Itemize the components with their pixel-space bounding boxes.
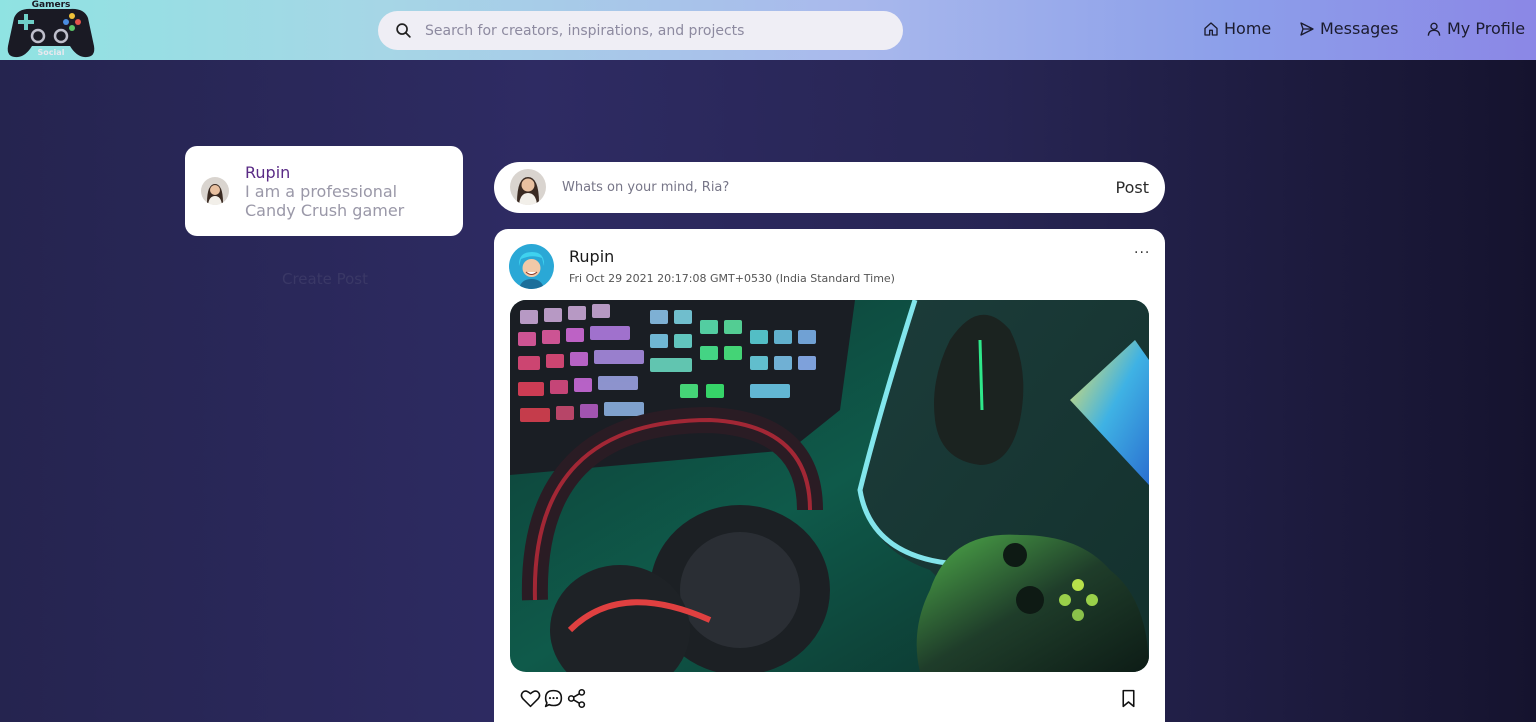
search-input[interactable] — [425, 11, 885, 50]
author-avatar[interactable] — [509, 244, 554, 289]
gamers-social-logo[interactable]: Gamers Social — [6, 0, 96, 60]
bookmark-icon[interactable] — [1118, 688, 1139, 709]
post-composer: Post — [494, 162, 1165, 213]
avatar — [510, 169, 546, 205]
post-card: Rupin Fri Oct 29 2021 20:17:08 GMT+0530 … — [494, 229, 1165, 722]
nav-my-profile[interactable]: My Profile — [1426, 19, 1525, 38]
send-icon — [1300, 21, 1314, 36]
comment-icon[interactable] — [543, 688, 564, 709]
logo-top-text: Gamers — [32, 0, 71, 10]
nav-profile-label: My Profile — [1447, 19, 1526, 38]
profile-bio: I am a professional Candy Crush gamer — [245, 182, 405, 220]
post-image[interactable] — [510, 300, 1149, 672]
home-icon — [1204, 21, 1218, 36]
profile-name[interactable]: Rupin — [245, 163, 290, 182]
user-icon — [1427, 22, 1441, 36]
search-icon — [396, 23, 411, 38]
like-heart-icon[interactable] — [520, 688, 541, 709]
nav-home-label: Home — [1224, 19, 1272, 38]
profile-card[interactable]: Rupin I am a professional Candy Crush ga… — [185, 146, 463, 236]
post-timestamp: Fri Oct 29 2021 20:17:08 GMT+0530 (India… — [569, 272, 895, 285]
logo-bottom-text: Social — [38, 48, 65, 57]
composer-input[interactable] — [562, 162, 1082, 213]
nav-messages-label: Messages — [1320, 19, 1399, 38]
post-author[interactable]: Rupin — [569, 247, 614, 266]
avatar — [201, 177, 229, 205]
top-navigation-bar: Gamers Social Home Messages My Profile — [0, 0, 1536, 60]
more-options-button[interactable]: ··· — [1134, 245, 1150, 261]
search-bar[interactable] — [378, 11, 903, 50]
nav-home[interactable]: Home — [1203, 19, 1271, 38]
post-actions — [520, 688, 587, 709]
nav-messages[interactable]: Messages — [1299, 19, 1398, 38]
post-button[interactable]: Post — [1116, 178, 1149, 197]
create-post-link[interactable]: Create Post — [282, 270, 368, 288]
share-icon[interactable] — [566, 688, 587, 709]
